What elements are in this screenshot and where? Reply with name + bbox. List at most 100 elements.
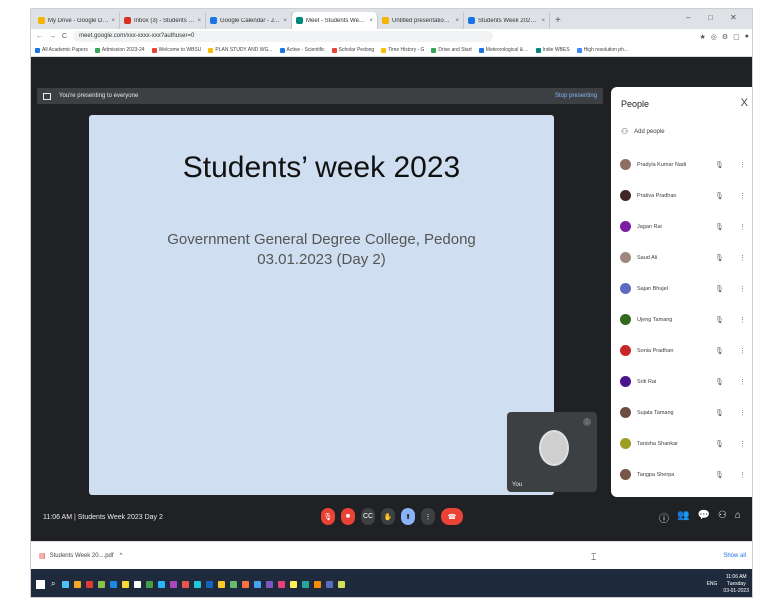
forward-icon[interactable]: → [49, 33, 56, 40]
captions-button[interactable]: CC [361, 508, 375, 525]
taskbar-app-icon[interactable] [98, 580, 106, 588]
raise-hand-button[interactable]: ✋ [381, 508, 395, 525]
taskbar-app-icon[interactable] [74, 580, 82, 588]
camera-toggle-button[interactable]: ■ [341, 508, 355, 525]
people-icon[interactable]: 👥 [677, 510, 689, 525]
taskbar-app-icon[interactable] [338, 580, 346, 588]
taskbar-app-icon[interactable] [146, 580, 154, 588]
close-icon[interactable]: X [741, 97, 748, 109]
tab-close-icon[interactable]: × [197, 18, 201, 24]
bookmark-item[interactable]: Meteorological & ... [478, 47, 529, 53]
new-tab-button[interactable]: + [555, 15, 561, 26]
participant-row[interactable]: Sujata Tamang 🎙 ⋮ [611, 397, 752, 428]
self-view-tile[interactable]: ⋮ You [507, 412, 597, 492]
taskbar-app-icon[interactable] [290, 580, 298, 588]
mic-muted-icon[interactable]: 🎙 [715, 440, 724, 448]
mic-muted-icon[interactable]: 🎙 [715, 378, 724, 386]
taskbar-app-icon[interactable] [206, 580, 214, 588]
more-vert-icon[interactable]: ⋮ [739, 347, 746, 355]
bookmark-item[interactable]: Admission 2023-24 [94, 47, 145, 53]
mic-muted-icon[interactable]: 🎙 [715, 471, 724, 479]
mic-muted-icon[interactable]: 🎙 [715, 409, 724, 417]
search-icon[interactable]: ⌕ [51, 579, 55, 589]
more-vert-icon[interactable]: ⋮ [739, 471, 746, 479]
stop-presenting-button[interactable]: Stop presenting [555, 93, 597, 99]
taskbar-app-icon[interactable] [86, 580, 94, 588]
taskbar-app-icon[interactable] [302, 580, 310, 588]
back-icon[interactable]: ← [36, 33, 43, 40]
meeting-details-icon[interactable]: ⓘ [659, 510, 669, 525]
taskbar-app-icon[interactable] [62, 580, 70, 588]
more-vert-icon[interactable]: ⋮ [739, 316, 746, 324]
bookmark-item[interactable]: Scholar Pedong [331, 47, 374, 53]
participant-row[interactable]: Jagan Rai 🎙 ⋮ [611, 211, 752, 242]
clock[interactable]: 11:06 AM Tuesday 03-01-2023 [723, 574, 749, 595]
browser-tab[interactable]: Inbox (3) - Students Week× [120, 12, 206, 29]
browser-tab[interactable]: My Drive - Google Drive × [34, 12, 120, 29]
mic-muted-icon[interactable]: 🎙 [715, 316, 724, 324]
taskbar-app-icon[interactable] [194, 580, 202, 588]
participant-row[interactable]: Sajan Bhujel 🎙 ⋮ [611, 273, 752, 304]
tab-close-icon[interactable]: × [455, 18, 459, 24]
taskbar-app-icon[interactable] [326, 580, 334, 588]
present-now-button[interactable]: ⬆ [401, 508, 415, 525]
mic-muted-icon[interactable]: 🎙 [715, 192, 724, 200]
download-item[interactable]: Students Week 20....pdf [50, 553, 114, 559]
more-vert-icon[interactable]: ⋮ [739, 285, 746, 293]
taskbar-app-icon[interactable] [158, 580, 166, 588]
participant-row[interactable]: Pradyla Kumar Nadi 🎙 ⋮ [611, 149, 752, 180]
profile-icon[interactable]: ● [745, 33, 749, 41]
taskbar-app-icon[interactable] [254, 580, 262, 588]
windows-start-icon[interactable] [36, 579, 45, 589]
taskbar-app-icon[interactable] [242, 580, 250, 588]
bookmark-item[interactable]: Active - Scientific [279, 47, 325, 53]
bookmark-item[interactable]: PLAN STUDY AND WG... [208, 47, 273, 53]
show-all-button[interactable]: Show all [723, 553, 746, 559]
sidepanel-icon[interactable]: ▢ [733, 33, 740, 41]
taskbar-app-icon[interactable] [218, 580, 226, 588]
browser-tab[interactable]: Students Week 2023 Notice - Google Docs× [464, 12, 550, 29]
more-vert-icon[interactable]: ⋮ [739, 223, 746, 231]
tab-close-icon[interactable]: × [369, 18, 373, 24]
tab-close-icon[interactable]: × [541, 18, 545, 24]
more-vert-icon[interactable]: ⋮ [739, 161, 746, 169]
url-field[interactable]: meet.google.com/xxx-xxxx-xxx?authuser=0 [73, 31, 494, 42]
chat-icon[interactable]: 💬 [697, 510, 709, 525]
host-controls-icon[interactable]: ⌂ [735, 510, 741, 525]
taskbar-app-icon[interactable] [110, 580, 118, 588]
chevron-up-icon[interactable]: ^ [120, 553, 123, 559]
participant-row[interactable]: Prativa Pradhan 🎙 ⋮ [611, 180, 752, 211]
mic-toggle-button[interactable]: 🎙 [321, 508, 335, 525]
extension-icon[interactable]: ◎ [711, 33, 717, 41]
participant-row[interactable]: Saud Ali 🎙 ⋮ [611, 242, 752, 273]
bookmark-item[interactable]: High resolution ph... [576, 47, 628, 53]
participant-row[interactable]: Sriti Rai 🎙 ⋮ [611, 366, 752, 397]
tab-close-icon[interactable]: × [111, 18, 115, 24]
bookmark-star-icon[interactable]: ★ [699, 33, 705, 41]
taskbar-app-icon[interactable] [122, 580, 130, 588]
settings-icon[interactable]: ⚙ [722, 33, 728, 41]
tab-close-icon[interactable]: × [283, 18, 287, 24]
more-vert-icon[interactable]: ⋮ [739, 192, 746, 200]
browser-tab[interactable]: Untitled presentation - Google Slides× [378, 12, 464, 29]
reload-icon[interactable]: C [62, 33, 67, 40]
bookmark-item[interactable]: Drive and Start [431, 47, 472, 53]
browser-tab[interactable]: Meet - Students Week 2023× [292, 12, 378, 29]
taskbar-app-icon[interactable] [230, 580, 238, 588]
participant-row[interactable]: Ujeng Tamang 🎙 ⋮ [611, 304, 752, 335]
participant-row[interactable]: Sonia Pradhan 🎙 ⋮ [611, 335, 752, 366]
tile-more-icon[interactable]: ⋮ [583, 418, 591, 426]
bookmark-item[interactable]: Indie WBES [535, 47, 570, 53]
taskbar-app-icon[interactable] [170, 580, 178, 588]
taskbar-app-icon[interactable] [266, 580, 274, 588]
maximize-button[interactable]: □ [708, 13, 713, 22]
more-options-button[interactable]: ⋮ [421, 508, 435, 525]
more-vert-icon[interactable]: ⋮ [739, 378, 746, 386]
participant-row[interactable]: Tanisha Shankar 🎙 ⋮ [611, 428, 752, 459]
browser-tab[interactable]: Google Calendar - January 2023× [206, 12, 292, 29]
more-vert-icon[interactable]: ⋮ [739, 409, 746, 417]
close-window-button[interactable]: ✕ [730, 13, 737, 22]
taskbar-app-icon[interactable] [278, 580, 286, 588]
minimize-button[interactable]: – [686, 13, 690, 22]
taskbar-app-icon[interactable] [182, 580, 190, 588]
